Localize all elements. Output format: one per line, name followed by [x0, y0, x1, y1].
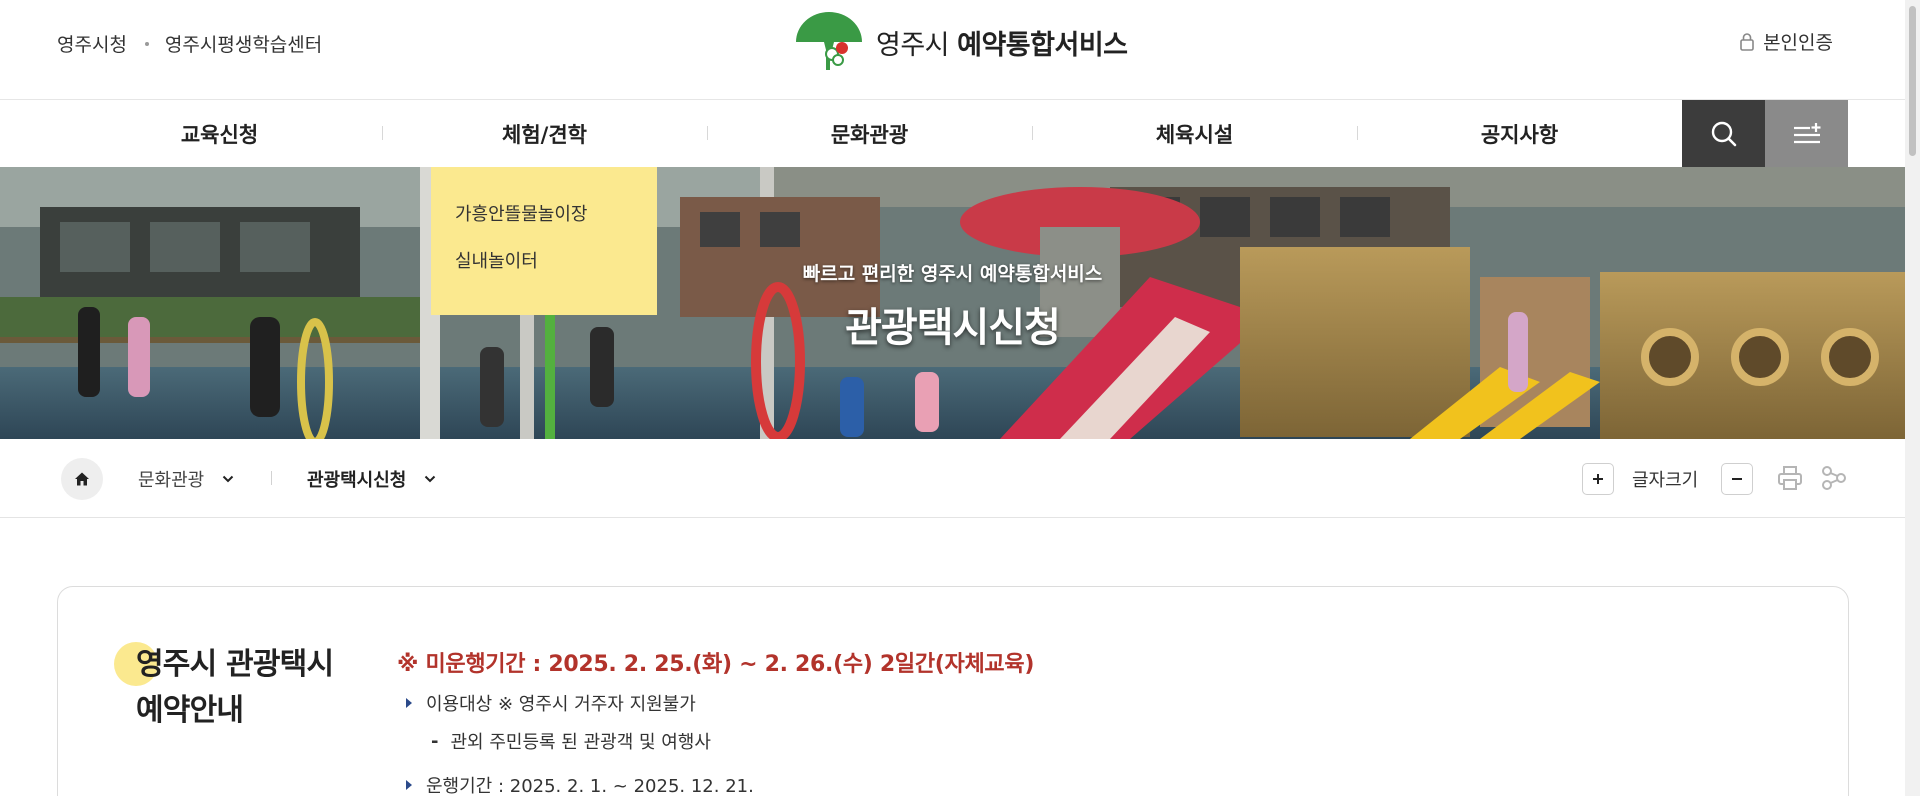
print-button[interactable]	[1776, 464, 1804, 496]
breadcrumb-level2[interactable]: 관광택시신청	[307, 466, 436, 492]
logo-service: 예약통합서비스	[957, 29, 1128, 61]
suspension-notice: ※ 미운행기간 : 2025. 2. 25.(화) ~ 2. 26.(수) 2일…	[397, 652, 1035, 677]
experience-submenu: 가흥안뜰물놀이장 실내놀이터	[431, 167, 657, 315]
info-target-item: 이용대상 ※ 영주시 거주자 지원불가	[406, 690, 696, 716]
all-menu-button[interactable]	[1765, 100, 1848, 168]
site-logo[interactable]: 영주시 예약통합서비스	[794, 12, 1128, 72]
banner-subtitle: 빠르고 편리한 영주시 예약통합서비스	[802, 263, 1103, 285]
logo-city: 영주시	[876, 29, 950, 61]
banner-title: 관광택시신청	[845, 305, 1061, 351]
info-period-text: 운행기간 : 2025. 2. 1. ~ 2025. 12. 21.	[426, 776, 754, 796]
home-button[interactable]	[61, 458, 103, 500]
top-links: 영주시청 영주시평생학습센터	[57, 30, 322, 57]
bullet-triangle-icon	[406, 698, 412, 708]
breadcrumb-level1[interactable]: 문화관광	[138, 466, 234, 492]
top-bar: 영주시청 영주시평생학습센터 영주시 예약통합서비스 본인인증	[0, 0, 1905, 99]
link-yeongju-city[interactable]: 영주시청	[57, 30, 127, 57]
bullet-dash: -	[431, 730, 439, 752]
breadcrumb-separator	[271, 471, 272, 485]
font-size-decrease-button[interactable]	[1721, 463, 1753, 495]
share-button[interactable]	[1820, 464, 1848, 496]
separator-dot	[144, 41, 149, 46]
sub-visual-banner: 빠르고 편리한 영주시 예약통합서비스 관광택시신청	[0, 167, 1905, 439]
info-title-line2: 예약안내	[136, 693, 244, 728]
search-icon	[1711, 121, 1736, 147]
print-icon	[1778, 466, 1802, 490]
menu-plus-icon	[1793, 123, 1820, 144]
bullet-triangle-icon	[406, 780, 412, 790]
scrollbar-thumb[interactable]	[1909, 6, 1916, 156]
info-title-line1: 영주시 관광택시	[136, 647, 334, 682]
main-navigation: 교육신청 체험/견학 문화관광 체육시설 공지사항	[0, 99, 1905, 168]
submenu-item-indoor-playground[interactable]: 실내놀이터	[431, 250, 657, 297]
nav-sports-facility[interactable]: 체육시설	[1032, 100, 1357, 167]
location-bar: 문화관광 관광택시신청 글자크기	[0, 439, 1905, 518]
logo-text: 영주시 예약통합서비스	[876, 23, 1128, 62]
logo-tree-icon	[796, 12, 862, 70]
link-learning-center[interactable]: 영주시평생학습센터	[165, 30, 322, 57]
nav-education[interactable]: 교육신청	[57, 100, 382, 167]
auth-label: 본인인증	[1763, 32, 1833, 54]
search-button[interactable]	[1682, 100, 1765, 168]
plus-icon	[1593, 474, 1603, 484]
nav-experience[interactable]: 체험/견학	[382, 100, 707, 167]
submenu-item-water-park[interactable]: 가흥안뜰물놀이장	[431, 203, 657, 250]
minus-icon	[1732, 478, 1742, 480]
chevron-down-icon	[223, 475, 234, 483]
nav-culture-tourism[interactable]: 문화관광	[707, 100, 1032, 167]
info-target-text: 이용대상 ※ 영주시 거주자 지원불가	[426, 694, 696, 715]
info-target-detail-text: 관외 주민등록 된 관광객 및 여행사	[450, 732, 711, 753]
font-size-label: 글자크기	[1632, 470, 1699, 491]
breadcrumb-level2-label: 관광택시신청	[307, 470, 407, 491]
home-icon	[75, 472, 89, 486]
info-period-item: 운행기간 : 2025. 2. 1. ~ 2025. 12. 21.	[406, 772, 754, 796]
lock-icon	[1740, 32, 1754, 51]
info-title: 영주시 관광택시 예약안내	[136, 642, 334, 734]
info-target-detail-item: - 관외 주민등록 된 관광객 및 여행사	[431, 728, 711, 754]
breadcrumb-level1-label: 문화관광	[138, 470, 205, 491]
auth-link[interactable]: 본인인증	[1739, 28, 1833, 55]
chevron-down-icon	[425, 475, 436, 483]
nav-notice[interactable]: 공지사항	[1357, 100, 1682, 167]
font-size-increase-button[interactable]	[1582, 463, 1614, 495]
share-icon	[1822, 466, 1846, 490]
